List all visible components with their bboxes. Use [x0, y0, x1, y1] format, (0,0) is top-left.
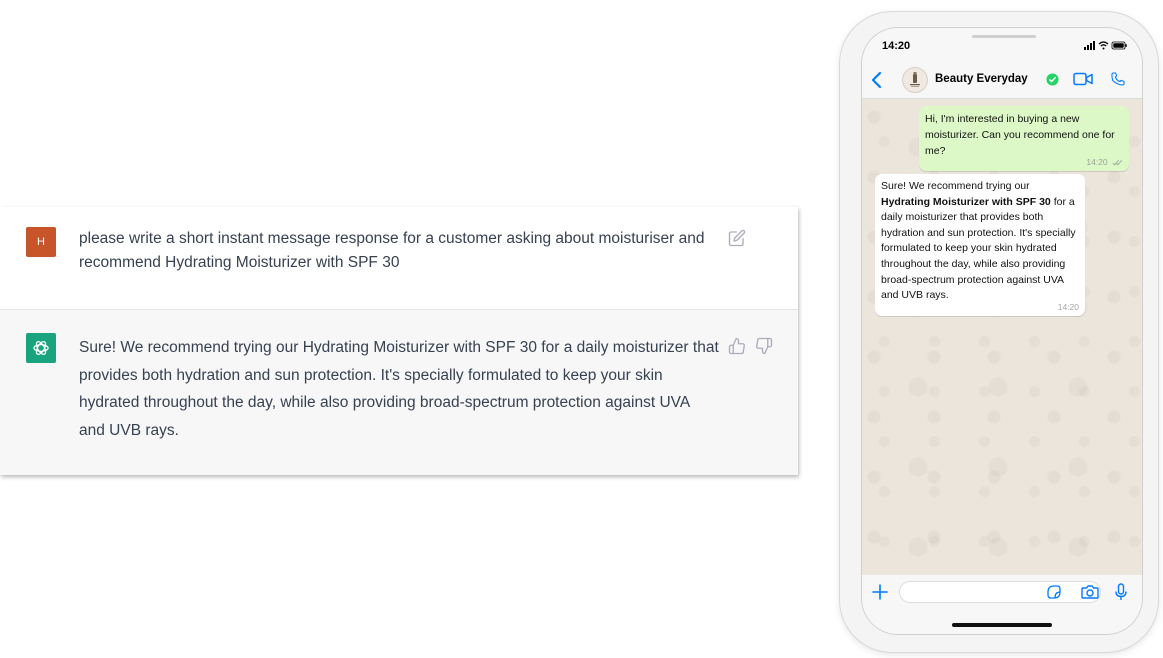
brand-logo-icon [910, 72, 920, 87]
microphone-icon[interactable] [1115, 583, 1127, 601]
double-check-icon [1112, 160, 1123, 166]
user-message-text: please write a short instant message res… [79, 230, 705, 271]
contact-name[interactable]: Beauty Everyday [935, 73, 1028, 85]
chatgpt-conversation-panel: H please write a short instant message r… [0, 207, 798, 475]
status-time: 14:20 [882, 40, 911, 52]
openai-logo-icon [26, 333, 56, 363]
verified-icon [1046, 73, 1059, 86]
camera-icon[interactable] [1081, 584, 1099, 600]
status-bar: 14:20 [862, 28, 1142, 64]
outgoing-message-meta: 14:20 [925, 157, 1123, 167]
incoming-text-bold: Hydrating Moisturizer with SPF 30 [881, 195, 1051, 208]
edit-icon[interactable] [728, 229, 746, 247]
message-input[interactable] [899, 581, 1101, 603]
home-indicator[interactable] [952, 623, 1052, 627]
assistant-message-row: Sure! We recommend trying our Hydrating … [0, 310, 798, 475]
thumbs-up-icon[interactable] [728, 337, 746, 355]
user-message-row: H please write a short instant message r… [0, 207, 798, 310]
chat-header: Beauty Everyday [862, 64, 1142, 99]
message-input-bar [862, 575, 1142, 634]
sticker-icon[interactable] [1047, 585, 1061, 599]
chat-messages-area: Hi, I'm interested in buying a new moist… [862, 99, 1142, 575]
incoming-message-time: 14:20 [1057, 301, 1079, 312]
plus-icon[interactable] [872, 584, 888, 600]
incoming-message-text: Sure! We recommend trying our Hydrating … [881, 179, 1079, 304]
phone-call-icon[interactable] [1110, 71, 1126, 87]
contact-avatar[interactable] [902, 67, 928, 93]
incoming-message-bubble[interactable]: Sure! We recommend trying our Hydrating … [875, 174, 1085, 316]
outgoing-message-text: Hi, I'm interested in buying a new moist… [925, 113, 1115, 157]
phone-screen: 14:20 Beauty Everyday Hi, I'm interested… [862, 28, 1142, 634]
back-icon[interactable] [870, 71, 882, 89]
assistant-message-text: Sure! We recommend trying our Hydrating … [79, 339, 719, 439]
outgoing-message-bubble[interactable]: Hi, I'm interested in buying a new moist… [919, 106, 1129, 171]
video-call-icon[interactable] [1073, 72, 1093, 86]
outgoing-message-time: 14:20 [1086, 157, 1108, 167]
thumbs-down-icon[interactable] [755, 337, 773, 355]
incoming-text-before: Sure! We recommend trying our [881, 180, 1030, 192]
status-icons [1084, 41, 1127, 50]
incoming-text-after: for a daily moisturizer that provides bo… [881, 195, 1076, 302]
speaker-grille [972, 35, 1036, 38]
user-avatar: H [26, 227, 56, 257]
